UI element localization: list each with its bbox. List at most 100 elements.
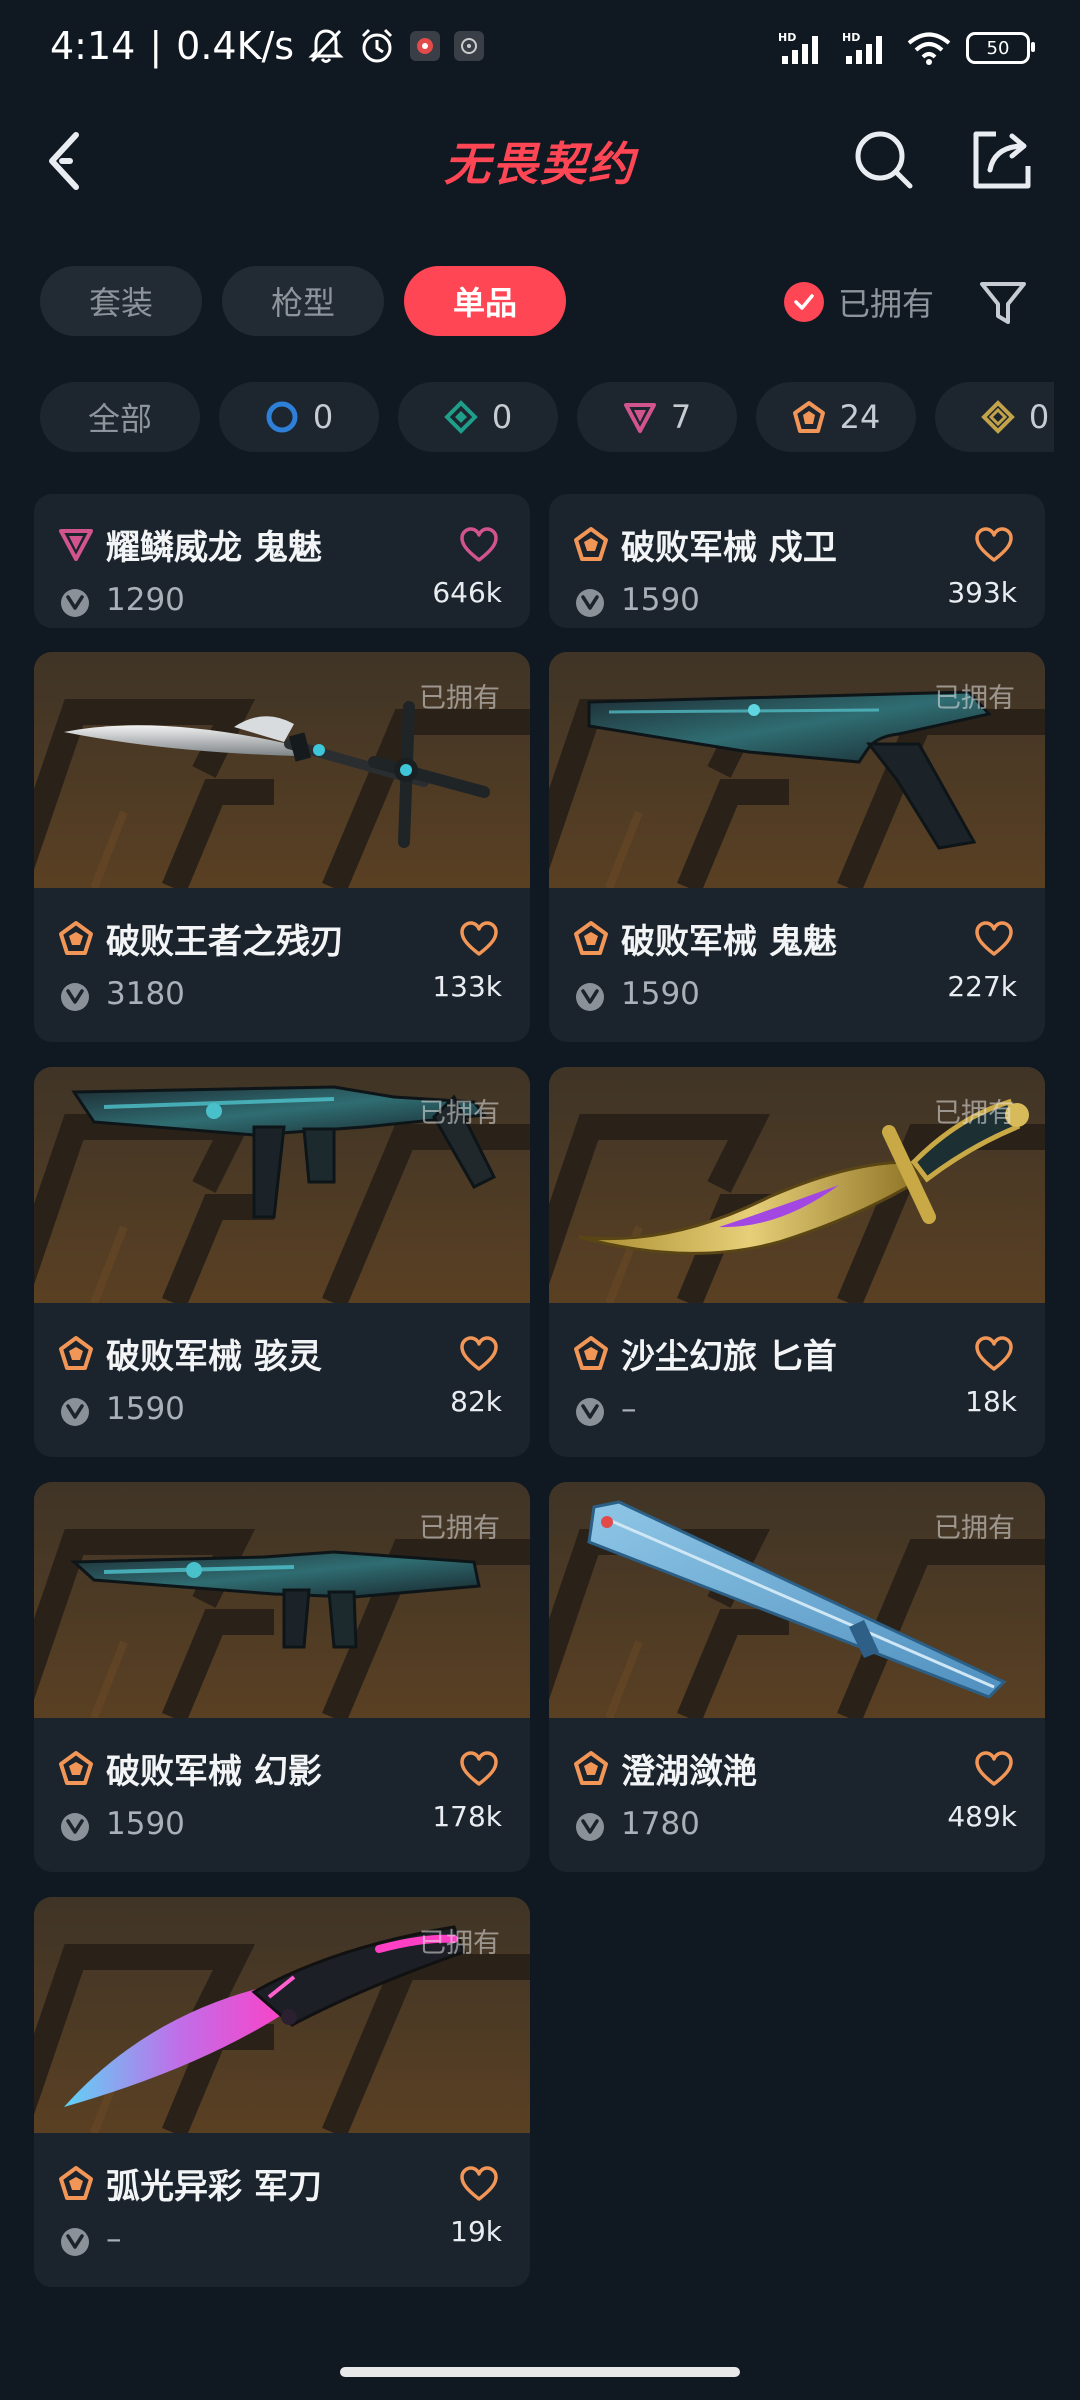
owned-filter-toggle[interactable]: 已拥有 [784, 276, 934, 328]
favorite-heart-icon[interactable] [458, 2163, 500, 2205]
owned-filter-label: 已拥有 [838, 285, 935, 323]
item-card[interactable]: 已拥有破败军械 鬼魅 1590 227k [549, 652, 1045, 1042]
owned-label: 已拥有 [419, 1098, 500, 1129]
like-count: 393k [947, 576, 1017, 609]
item-name: 沙尘幻旅 匕首 [621, 1337, 837, 1377]
item-name: 破败军械 幻影 [106, 1752, 322, 1792]
home-indicator[interactable] [340, 2367, 740, 2377]
item-name: 破败军械 鬼魅 [621, 922, 837, 962]
valorant-points-icon [58, 980, 92, 1014]
app-notification-icon-2 [454, 31, 485, 61]
item-price: 1590 [106, 1391, 185, 1427]
item-image: 已拥有 [34, 1482, 530, 1718]
header: 无畏契约 [0, 100, 1080, 220]
tab-single-item[interactable]: 单品 [404, 266, 566, 336]
item-price: – [621, 1391, 637, 1427]
favorite-heart-icon[interactable] [458, 524, 500, 566]
favorite-heart-icon[interactable] [458, 1748, 500, 1790]
like-count: 178k [432, 1800, 502, 1833]
premium-tier-icon [623, 403, 656, 433]
owned-label: 已拥有 [934, 1098, 1015, 1129]
exclusive-tier-icon [792, 401, 825, 433]
status-right: HD HD 50 [778, 30, 1035, 66]
item-card[interactable]: 已拥有破败军械 骇灵 1590 82k [34, 1067, 530, 1457]
owned-label: 已拥有 [419, 1928, 500, 1959]
exclusive-tier-icon [58, 920, 94, 956]
status-time: 4:14 [50, 24, 136, 68]
page-title: 无畏契约 [444, 137, 636, 191]
like-count: 19k [450, 2215, 502, 2248]
tab-weapon-type[interactable]: 枪型 [222, 266, 384, 336]
item-card[interactable]: 已拥有 破败王者之残刃 3180 133k [34, 652, 530, 1042]
search-button[interactable] [850, 126, 918, 194]
owned-label: 已拥有 [419, 1513, 500, 1544]
like-count: 82k [450, 1385, 502, 1418]
item-name: 破败军械 戍卫 [621, 528, 837, 568]
item-name: 耀鳞威龙 鬼魅 [106, 528, 322, 568]
signal-icon: HD [778, 31, 818, 64]
item-card[interactable]: 耀鳞威龙 鬼魅 1290 646k [34, 494, 530, 628]
favorite-heart-icon[interactable] [458, 1333, 500, 1375]
like-count: 646k [432, 576, 502, 609]
svg-text:HD: HD [842, 31, 860, 44]
item-price: – [106, 2221, 122, 2257]
item-card[interactable]: 已拥有破败军械 幻影 1590 178k [34, 1482, 530, 1872]
like-count: 18k [965, 1385, 1017, 1418]
item-image: 已拥有 [549, 652, 1045, 888]
like-count: 133k [432, 970, 502, 1003]
item-card[interactable]: 已拥有沙尘幻旅 匕首 – 18k [549, 1067, 1045, 1457]
item-card[interactable]: 破败军械 戍卫 1590 393k [549, 494, 1045, 628]
status-left: 4:14 | 0.4K/s [50, 24, 485, 68]
valorant-points-icon [58, 1395, 92, 1429]
favorite-heart-icon[interactable] [973, 524, 1015, 566]
status-bar: 4:14 | 0.4K/s HD HD 50 [0, 0, 1080, 100]
exclusive-tier-icon [58, 1750, 94, 1786]
share-button[interactable] [968, 126, 1036, 194]
valorant-points-icon [58, 2225, 92, 2259]
item-name: 弧光异彩 军刀 [106, 2167, 322, 2207]
item-image: 已拥有 [34, 652, 530, 888]
owned-label: 已拥有 [934, 683, 1015, 714]
chip-premium-tier[interactable]: 7 [577, 382, 737, 452]
network-speed: 0.4K/s [176, 24, 295, 68]
exclusive-tier-icon [573, 1750, 609, 1786]
app-notification-icon [410, 31, 441, 61]
chip-deluxe-tier[interactable]: 0 [398, 382, 558, 452]
favorite-heart-icon[interactable] [458, 918, 500, 960]
item-price: 1590 [106, 1806, 185, 1842]
filter-button[interactable] [976, 276, 1030, 330]
deluxe-tier-icon [443, 400, 478, 434]
valorant-points-icon [573, 980, 607, 1014]
premium-tier-icon [58, 526, 94, 562]
item-price: 3180 [106, 976, 185, 1012]
rarity-filter-chips: 全部 0 0 7 24 0 [0, 382, 1054, 454]
item-image: 已拥有 [549, 1067, 1045, 1303]
exclusive-tier-icon [58, 1335, 94, 1371]
favorite-heart-icon[interactable] [973, 918, 1015, 960]
valorant-points-icon [573, 586, 607, 620]
favorite-heart-icon[interactable] [973, 1333, 1015, 1375]
valorant-points-icon [58, 1810, 92, 1844]
item-price: 1780 [621, 1806, 700, 1842]
chip-exclusive-tier[interactable]: 24 [756, 382, 916, 452]
exclusive-tier-icon [573, 526, 609, 562]
item-name: 破败军械 骇灵 [106, 1337, 322, 1377]
svg-text:HD: HD [778, 31, 796, 44]
item-price: 1290 [106, 582, 185, 618]
favorite-heart-icon[interactable] [973, 1748, 1015, 1790]
tab-set[interactable]: 套装 [40, 266, 202, 336]
item-card[interactable]: 已拥有弧光异彩 军刀 – 19k [34, 1897, 530, 2287]
item-price: 1590 [621, 582, 700, 618]
item-image: 已拥有 [34, 1067, 530, 1303]
like-count: 227k [947, 970, 1017, 1003]
valorant-points-icon [573, 1810, 607, 1844]
exclusive-tier-icon [58, 2165, 94, 2201]
chip-select-tier[interactable]: 0 [219, 382, 379, 452]
chip-all[interactable]: 全部 [40, 382, 200, 452]
chip-ultra-tier[interactable]: 0 [935, 382, 1054, 452]
exclusive-tier-icon [573, 920, 609, 956]
signal-icon-2: HD [842, 31, 882, 64]
item-price: 1590 [621, 976, 700, 1012]
item-card[interactable]: 已拥有 澄湖潋滟 1780 489k [549, 1482, 1045, 1872]
ultra-tier-icon [980, 400, 1015, 434]
